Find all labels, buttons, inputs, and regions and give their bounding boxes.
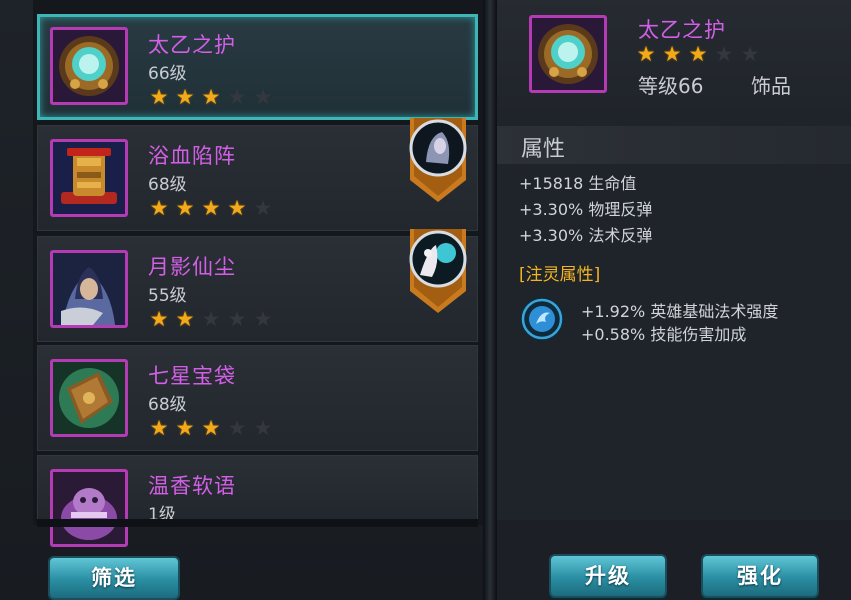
equipment-item-level: 68级 [148,175,187,195]
equipment-screen: 太乙之护 66级 ★ ★ ★ ★ ★ 浴血陷阵 68级 ★ ★ ★ ★ ★ 月影仙尘 55级 ★ ★ ★ ★ ★ 七星宝袋… [0,0,851,600]
star-icon: ★ [175,85,195,109]
equipment-item-level: 68级 [148,395,187,415]
enhance-button[interactable]: 强化 [701,554,819,598]
equipment-list-item[interactable]: 太乙之护 66级 ★ ★ ★ ★ ★ [37,14,478,120]
detail-item-type: 饰品 [751,74,791,98]
star-icon: ★ [253,307,273,331]
hero-badge-icon[interactable] [406,229,470,313]
equipment-list-item[interactable]: 月影仙尘 55级 ★ ★ ★ ★ ★ [37,229,478,342]
equipment-item-name: 温香软语 [148,474,236,498]
equipment-item-level: 66级 [148,64,187,84]
star-icon: ★ [253,416,273,440]
star-rating: ★ ★ ★ ★ ★ [148,196,278,220]
star-icon: ★ [636,42,656,66]
star-rating: ★ ★ ★ ★ ★ [148,416,278,440]
star-rating: ★ ★ ★ ★ ★ [148,85,278,109]
star-icon: ★ [253,196,273,220]
equipment-list-item[interactable]: 温香软语 1级 [37,455,478,547]
equipment-item-name: 七星宝袋 [148,364,236,388]
star-icon: ★ [227,307,247,331]
star-icon: ★ [227,416,247,440]
star-icon: ★ [201,196,221,220]
spirit-orb-icon [519,296,565,342]
star-icon: ★ [149,416,169,440]
equipment-item-level: 55级 [148,286,187,306]
star-icon: ★ [227,196,247,220]
star-icon: ★ [149,196,169,220]
equipment-item-name: 浴血陷阵 [148,144,236,168]
equipment-list-item[interactable]: 浴血陷阵 68级 ★ ★ ★ ★ ★ [37,118,478,231]
star-icon: ★ [688,42,708,66]
equipment-detail-panel: 太乙之护 ★ ★ ★ ★ ★ 等级66 饰品 属性 +15818 生命值 +3.30% … [497,0,851,600]
equipment-list-panel: 太乙之护 66级 ★ ★ ★ ★ ★ 浴血陷阵 68级 ★ ★ ★ ★ ★ 月影仙尘 55级 ★ ★ ★ ★ ★ 七星宝袋… [0,0,487,600]
infuse-attribute-line: +1.92% 英雄基础法术强度 [581,302,779,321]
detail-level: 等级66 [638,74,704,98]
equipment-item-name: 太乙之护 [148,33,236,57]
detail-star-rating: ★ ★ ★ ★ ★ [635,42,765,66]
detail-item-icon [529,15,607,93]
star-icon: ★ [227,85,247,109]
star-icon: ★ [740,42,760,66]
star-icon: ★ [253,85,273,109]
equipment-item-icon [50,250,128,328]
star-icon: ★ [714,42,734,66]
star-icon: ★ [149,85,169,109]
attribute-line: +3.30% 法术反弹 [519,226,653,245]
attributes-header: 属性 [497,126,851,164]
star-icon: ★ [175,416,195,440]
upgrade-button[interactable]: 升级 [549,554,667,598]
equipment-item-icon [50,27,128,105]
star-rating: ★ ★ ★ ★ ★ [148,307,278,331]
attributes-title: 属性 [521,137,566,162]
star-icon: ★ [149,307,169,331]
star-icon: ★ [175,196,195,220]
equipment-item-icon [50,139,128,217]
equipment-item-icon [50,469,128,547]
hero-badge-icon[interactable] [406,118,470,202]
panel-divider [483,0,497,600]
attribute-line: +3.30% 物理反弹 [519,200,653,219]
star-icon: ★ [175,307,195,331]
star-icon: ★ [201,307,221,331]
star-icon: ★ [662,42,682,66]
detail-item-name: 太乙之护 [638,18,726,42]
star-icon: ★ [201,416,221,440]
equipment-item-icon [50,359,128,437]
attribute-line: +15818 生命值 [519,174,637,193]
star-icon: ★ [201,85,221,109]
infuse-attributes-title: [注灵属性] [519,265,601,285]
equipment-list-item[interactable]: 七星宝袋 68级 ★ ★ ★ ★ ★ [37,345,478,451]
infuse-attribute-line: +0.58% 技能伤害加成 [581,325,747,344]
filter-button[interactable]: 筛选 [48,556,180,600]
equipment-item-name: 月影仙尘 [148,255,236,279]
